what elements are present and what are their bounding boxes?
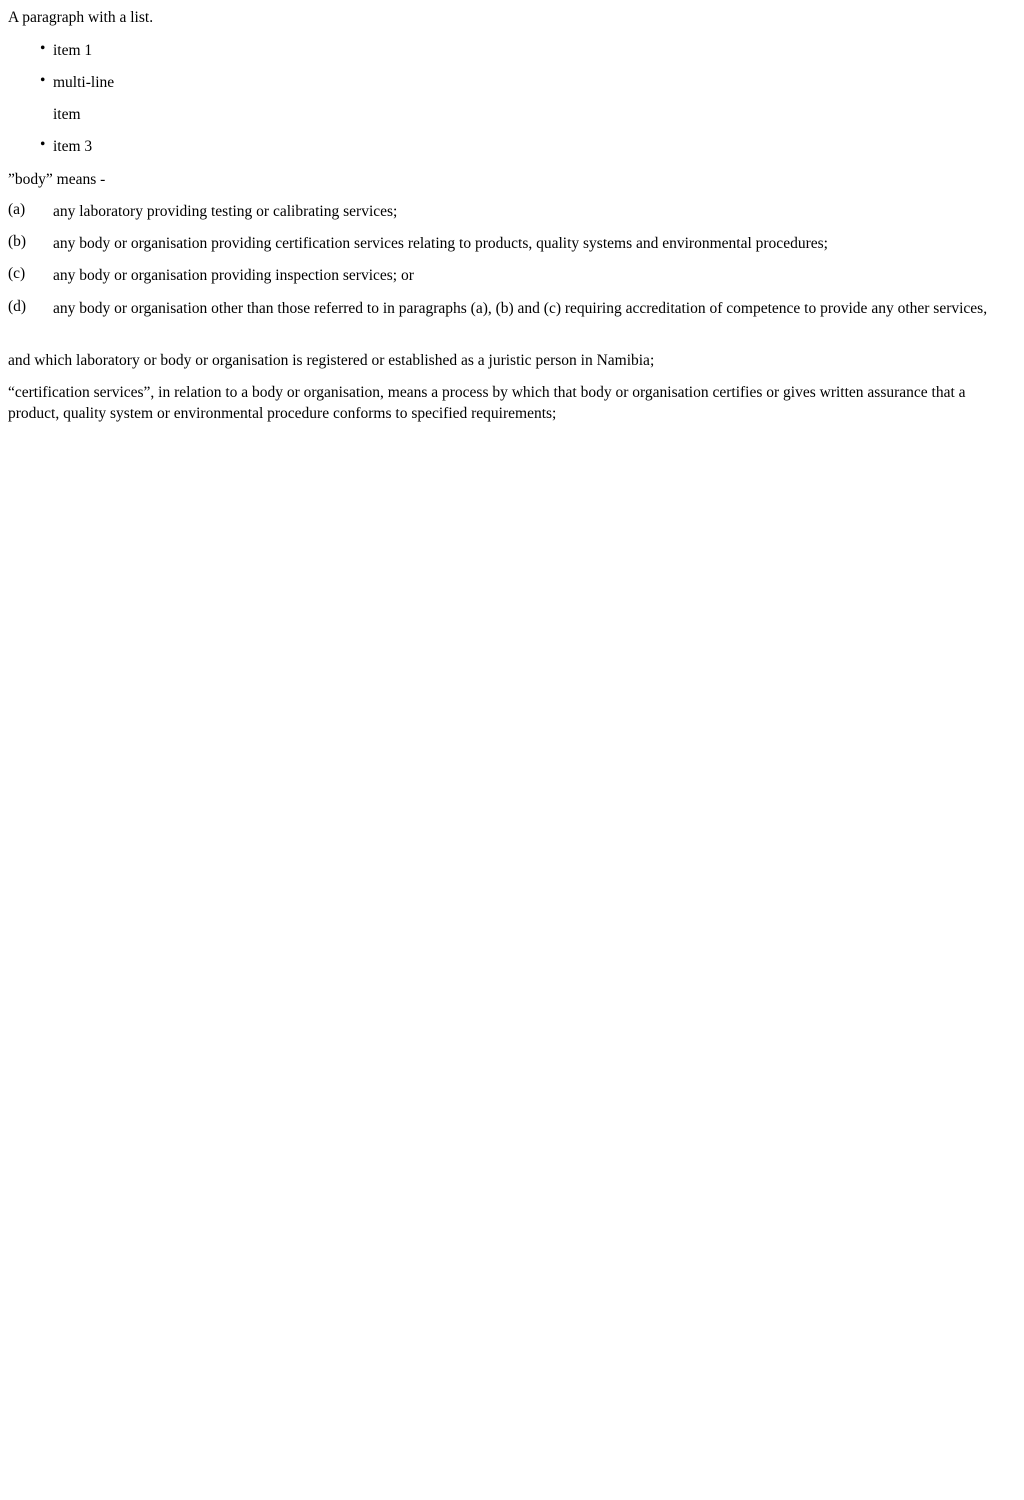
bullet-icon: • — [40, 72, 46, 89]
list-item: • multi-line — [40, 72, 115, 93]
list-item-text: item 3 — [53, 138, 93, 155]
definition-item-d: (d) any body or organisation other than t… — [8, 298, 1000, 319]
body-definition: ”body” means - — [8, 171, 106, 188]
definition-item-c: (c) any body or organisation providing in… — [8, 265, 1000, 286]
definition-item-a: (a) any laboratory providing testing or c… — [8, 201, 1000, 222]
item-label: (a) — [8, 201, 26, 218]
item-label: (d) — [8, 298, 27, 315]
item-text: any laboratory providing testing or cali… — [53, 203, 398, 220]
definition-item-b: (b) any body or organisation providing ce… — [8, 233, 1000, 254]
list-item-text: multi-line — [53, 74, 115, 91]
list-item-continuation: item — [53, 104, 81, 125]
item-text: any body or organisation other than thos… — [53, 300, 988, 317]
list-item-text: item — [53, 106, 81, 123]
list-item: • item 1 — [40, 40, 93, 61]
closing-paragraph: and which laboratory or body or organisa… — [8, 352, 655, 369]
item-label: (c) — [8, 265, 26, 282]
item-text: any body or organisation providing inspe… — [53, 267, 414, 284]
bullet-icon: • — [40, 40, 46, 57]
list-item: • item 3 — [40, 136, 93, 157]
item-text: any body or organisation providing certi… — [53, 235, 828, 252]
intro-paragraph: A paragraph with a list. — [8, 9, 154, 26]
bullet-icon: • — [40, 136, 46, 153]
item-label: (b) — [8, 233, 27, 250]
certification-definition: “certification services”, in relation to… — [8, 384, 966, 422]
list-item-text: item 1 — [53, 42, 93, 59]
